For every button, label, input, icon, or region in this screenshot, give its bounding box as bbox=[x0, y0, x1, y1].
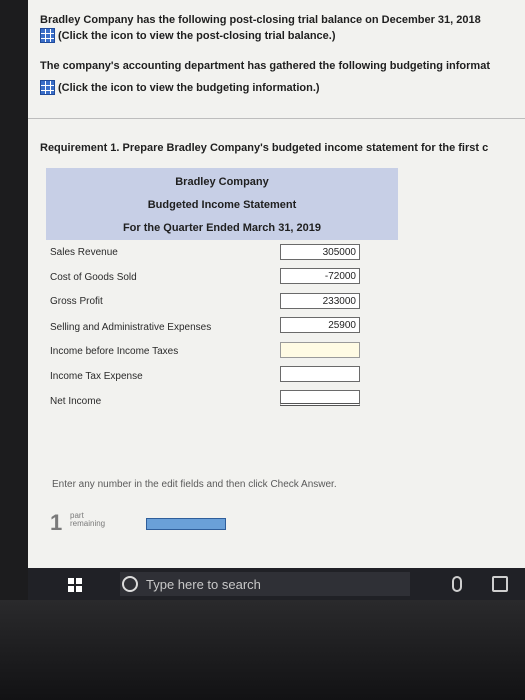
income-tax-field[interactable] bbox=[280, 366, 360, 382]
cogs-field[interactable]: -72000 bbox=[280, 268, 360, 284]
progress-bar-fill bbox=[147, 519, 225, 529]
cortana-icon[interactable] bbox=[122, 576, 138, 592]
question-text-1: Bradley Company has the following post-c… bbox=[40, 14, 481, 26]
row-label-gross-profit: Gross Profit bbox=[50, 296, 103, 307]
row-label-cogs: Cost of Goods Sold bbox=[50, 272, 137, 283]
row-label-sga: Selling and Administrative Expenses bbox=[50, 322, 212, 333]
income-before-tax-field[interactable] bbox=[280, 342, 360, 358]
sales-revenue-field[interactable]: 305000 bbox=[280, 244, 360, 260]
hint-text: Enter any number in the edit fields and … bbox=[52, 479, 337, 490]
statement-period: For the Quarter Ended March 31, 2019 bbox=[122, 222, 322, 234]
row-label-net-income: Net Income bbox=[50, 396, 102, 407]
budget-info-link[interactable]: (Click the icon to view the budgeting in… bbox=[40, 80, 320, 95]
windows-start-icon[interactable] bbox=[68, 578, 82, 592]
microphone-icon[interactable] bbox=[452, 576, 462, 592]
taskbar: Type here to search bbox=[28, 568, 525, 600]
parts-label: part remaining bbox=[70, 512, 105, 528]
task-view-icon[interactable] bbox=[492, 576, 508, 592]
row-label-tax: Income Tax Expense bbox=[50, 371, 143, 382]
row-label-income-before-tax: Income before Income Taxes bbox=[50, 346, 179, 357]
monitor-bezel bbox=[0, 600, 525, 700]
table-icon[interactable] bbox=[40, 80, 55, 95]
search-placeholder[interactable]: Type here to search bbox=[146, 577, 261, 592]
sga-field[interactable]: 25900 bbox=[280, 317, 360, 333]
trial-balance-link[interactable]: (Click the icon to view the post-closing… bbox=[40, 28, 336, 43]
budget-info-link-text[interactable]: (Click the icon to view the budgeting in… bbox=[58, 82, 320, 94]
screen: Bradley Company has the following post-c… bbox=[28, 0, 525, 628]
question-text-2: The company's accounting department has … bbox=[40, 60, 490, 72]
progress-bar bbox=[146, 518, 226, 530]
trial-balance-link-text[interactable]: (Click the icon to view the post-closing… bbox=[58, 30, 336, 42]
row-label-sales: Sales Revenue bbox=[50, 247, 118, 258]
parts-count: 1 bbox=[50, 510, 63, 535]
divider bbox=[28, 118, 525, 119]
statement-title: Budgeted Income Statement bbox=[147, 199, 297, 211]
statement-header: Bradley Company Budgeted Income Statemen… bbox=[46, 168, 398, 240]
requirement-text: Requirement 1. Prepare Bradley Company's… bbox=[40, 142, 489, 154]
gross-profit-field[interactable]: 233000 bbox=[280, 293, 360, 309]
parts-label-line2: remaining bbox=[70, 519, 106, 528]
company-name: Bradley Company bbox=[175, 176, 269, 188]
taskbar-search[interactable]: Type here to search bbox=[120, 572, 410, 596]
table-icon[interactable] bbox=[40, 28, 55, 43]
question-page: Bradley Company has the following post-c… bbox=[28, 0, 525, 568]
net-income-field[interactable] bbox=[280, 390, 360, 406]
